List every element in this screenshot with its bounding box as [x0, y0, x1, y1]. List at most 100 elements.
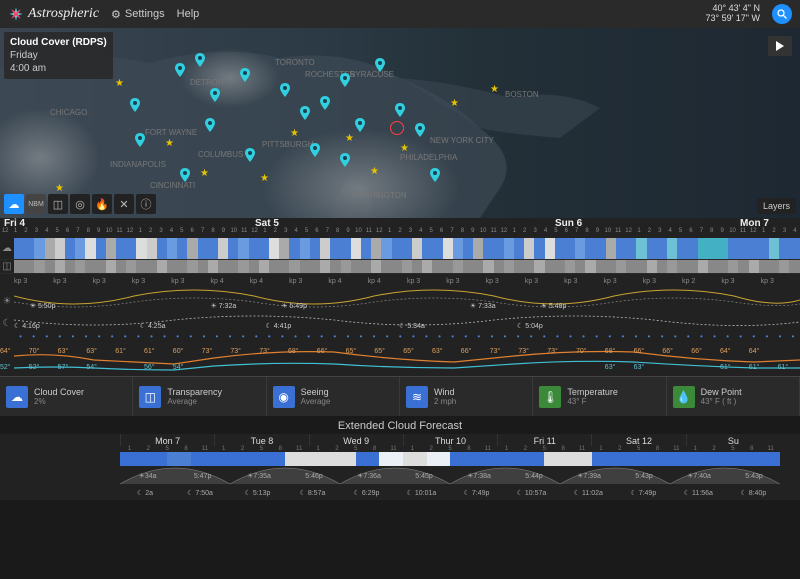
weather-map[interactable]: Cloud Cover (RDPS) Friday 4:00 am CHICAG…	[0, 28, 800, 218]
thermometer-icon: 🌡	[539, 386, 561, 408]
moon-icon: ☾	[0, 318, 14, 329]
precip-dot: •	[616, 332, 629, 346]
metric-transparency[interactable]: ◫ TransparencyAverage	[133, 377, 266, 416]
map-tool-aurora[interactable]: ◎	[70, 194, 90, 214]
star-marker[interactable]: ★	[345, 133, 354, 144]
layer-title: Cloud Cover (RDPS)	[10, 36, 107, 49]
location-pin[interactable]	[245, 148, 255, 162]
app-logo: Astrospheric	[8, 6, 99, 22]
city-label: NEW YORK CITY	[430, 136, 494, 145]
star-marker[interactable]: ★	[490, 84, 499, 95]
search-button[interactable]	[772, 4, 792, 24]
location-pin[interactable]	[210, 88, 220, 102]
cloud-icon: ☁	[0, 243, 14, 254]
location-pin[interactable]	[205, 118, 215, 132]
star-marker[interactable]: ★	[450, 98, 459, 109]
transparency-row[interactable]: ◫	[0, 260, 800, 274]
timeline-day: Mon 7	[740, 218, 769, 229]
metric-wind[interactable]: ≋ Wind2 mph	[400, 377, 533, 416]
layer-day: Friday	[10, 49, 107, 62]
settings-label: Settings	[125, 8, 165, 20]
star-marker[interactable]: ★	[115, 78, 124, 89]
metric-dew-point[interactable]: 💧 Dew Point43° F ( ft )	[667, 377, 800, 416]
layers-button[interactable]: Layers	[757, 198, 796, 214]
location-pin[interactable]	[340, 153, 350, 167]
location-pin[interactable]	[130, 98, 140, 112]
gear-icon: ⚙	[111, 8, 121, 21]
location-pin[interactable]	[135, 133, 145, 147]
location-pin[interactable]	[300, 106, 310, 120]
precip-dot: •	[93, 332, 106, 346]
location-pin[interactable]	[375, 58, 385, 72]
precip-dot: •	[407, 332, 420, 346]
extended-cloud-row[interactable]	[120, 452, 780, 466]
city-label: CINCINNATI	[150, 181, 195, 190]
temperature-row: 64°70°63°63°61°61°60°73°73°73°68°66°65°6…	[0, 346, 800, 376]
precip-dot: •	[276, 332, 289, 346]
star-marker[interactable]: ★	[165, 138, 174, 149]
precip-dot: •	[577, 332, 590, 346]
location-pin[interactable]	[340, 73, 350, 87]
extended-day: Wed 9	[309, 434, 403, 446]
metric-seeing[interactable]: ◉ SeeingAverage	[267, 377, 400, 416]
precip-dot: •	[224, 332, 237, 346]
extended-day: Thur 10	[403, 434, 497, 446]
extended-days-header: Mon 7Tue 8Wed 9Thur 10Fri 11Sat 12Su	[120, 434, 780, 446]
map-toolbar: ☁ NBM ◫ ◎ 🔥 ✕ ⓘ	[4, 194, 156, 214]
star-marker[interactable]: ★	[200, 168, 209, 179]
map-tool-fire[interactable]: 🔥	[92, 194, 112, 214]
target-location-marker[interactable]	[390, 121, 404, 135]
location-pin[interactable]	[310, 143, 320, 157]
map-layer-label: Cloud Cover (RDPS) Friday 4:00 am	[4, 32, 113, 79]
map-tool-smoke[interactable]: ◫	[48, 194, 68, 214]
location-pin[interactable]	[355, 118, 365, 132]
location-pin[interactable]	[280, 83, 290, 97]
map-tool-info[interactable]: ⓘ	[136, 194, 156, 214]
transparency-icon: ◫	[0, 261, 14, 272]
extended-day: Tue 8	[214, 434, 308, 446]
extended-day: Su	[686, 434, 780, 446]
timeline-hours: 1212345678910111212345678910111212345678…	[0, 228, 800, 238]
location-pin[interactable]	[430, 168, 440, 182]
precip-dot: •	[197, 332, 210, 346]
metric-cloud-cover[interactable]: ☁ Cloud Cover2%	[0, 377, 133, 416]
coordinates-display: 40° 43' 4" N 73° 59' 17" W	[705, 4, 760, 24]
map-tool-crosshair[interactable]: ✕	[114, 194, 134, 214]
settings-button[interactable]: ⚙ Settings	[111, 8, 165, 21]
location-pin[interactable]	[175, 63, 185, 77]
search-icon	[776, 8, 788, 20]
star-marker[interactable]: ★	[290, 128, 299, 139]
map-tool-cloud[interactable]: ☁	[4, 194, 24, 214]
play-button[interactable]	[768, 36, 792, 56]
precip-dot: •	[643, 332, 656, 346]
precip-dot: •	[315, 332, 328, 346]
precip-dot: •	[760, 332, 773, 346]
star-marker[interactable]: ★	[370, 166, 379, 177]
precip-dot: •	[603, 332, 616, 346]
precip-dot: •	[79, 332, 92, 346]
city-label: BOSTON	[505, 90, 539, 99]
star-marker[interactable]: ★	[400, 143, 409, 154]
location-pin[interactable]	[415, 123, 425, 137]
extended-day: Mon 7	[120, 434, 214, 446]
sun-icon: ☀	[0, 296, 14, 307]
location-pin[interactable]	[180, 168, 190, 182]
precip-dot: •	[551, 332, 564, 346]
forecast-timeline: Fri 4 Sat 5 Sun 6 Mon 7 1212345678910111…	[0, 218, 800, 376]
precip-dot: •	[498, 332, 511, 346]
star-marker[interactable]: ★	[260, 173, 269, 184]
precip-dot: •	[158, 332, 171, 346]
droplet-icon: 💧	[673, 386, 695, 408]
location-pin[interactable]	[320, 96, 330, 110]
precip-dot: •	[721, 332, 734, 346]
location-pin[interactable]	[195, 53, 205, 67]
precip-dot: •	[747, 332, 760, 346]
cloud-cover-row[interactable]: ☁	[0, 238, 800, 260]
precip-dot: •	[289, 332, 302, 346]
help-button[interactable]: Help	[177, 8, 200, 20]
star-marker[interactable]: ★	[55, 183, 64, 194]
location-pin[interactable]	[240, 68, 250, 82]
map-tool-nbm[interactable]: NBM	[26, 194, 46, 214]
metric-temperature[interactable]: 🌡 Temperature43° F	[533, 377, 666, 416]
location-pin[interactable]	[395, 103, 405, 117]
